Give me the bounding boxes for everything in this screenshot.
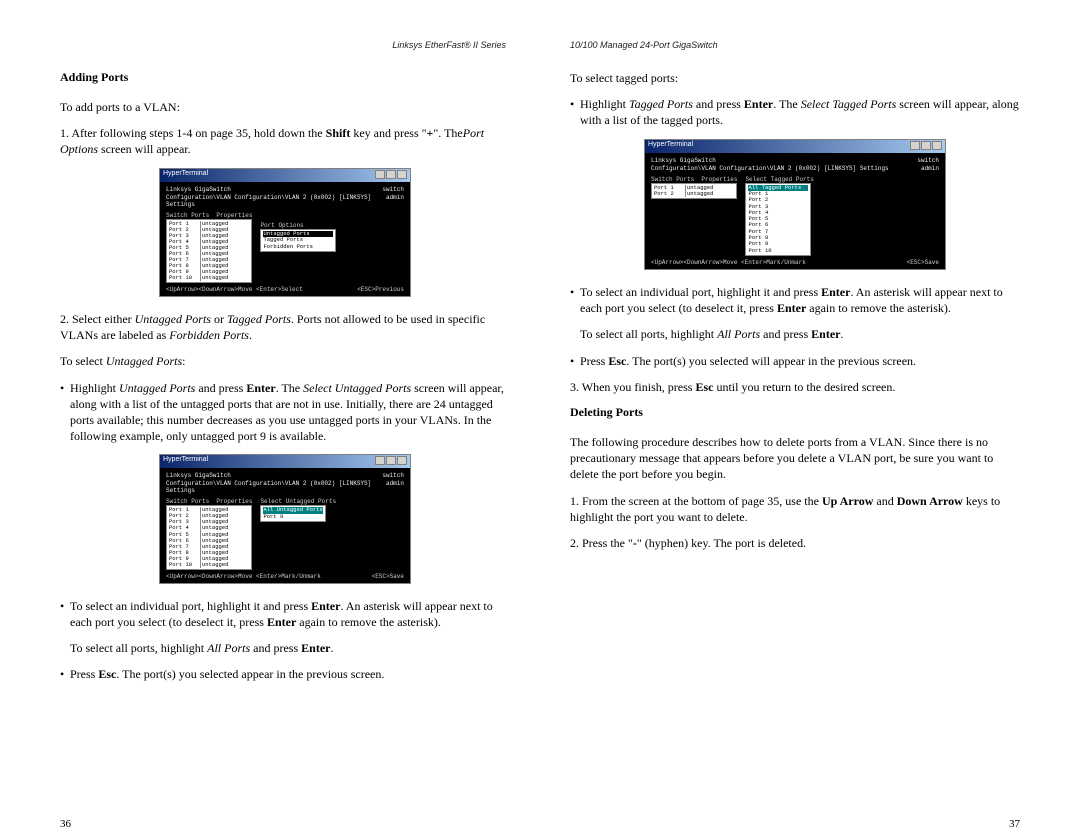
- select-tagged-lead: To select tagged ports:: [570, 70, 1020, 86]
- select-all-right: To select all ports, highlight All Ports…: [580, 326, 1020, 342]
- screenshot-select-untagged: HyperTerminal Linksys GigaSwitchswitch C…: [159, 454, 411, 583]
- ss1-port-table: Port 1untagged Port 2untagged Port 3unta…: [166, 219, 252, 283]
- step-2: 2. Select either Untagged Ports or Tagge…: [60, 311, 510, 343]
- screenshot-select-tagged: HyperTerminal Linksys GigaSwitchswitch C…: [644, 139, 946, 270]
- select-all-left: To select all ports, highlight All Ports…: [70, 640, 510, 656]
- bullet-select-individual-right: • To select an individual port, highligh…: [570, 284, 1020, 316]
- del-step-2: 2. Press the "-" (hyphen) key. The port …: [570, 535, 1020, 551]
- left-page: Linksys EtherFast® II Series Adding Port…: [30, 40, 540, 816]
- deleting-intro: The following procedure describes how to…: [570, 434, 1020, 483]
- bullet-press-esc-right: • Press Esc. The port(s) you selected wi…: [570, 353, 1020, 369]
- right-page: 10/100 Managed 24-Port GigaSwitch To sel…: [540, 40, 1050, 816]
- step-3: 3. When you finish, press Esc until you …: [570, 379, 1020, 395]
- header-right: 10/100 Managed 24-Port GigaSwitch: [570, 40, 1020, 50]
- page-number-right: 37: [1009, 818, 1020, 830]
- bullet-highlight-tagged: • Highlight Tagged Ports and press Enter…: [570, 96, 1020, 128]
- header-left: Linksys EtherFast® II Series: [60, 40, 510, 50]
- bullet-select-individual-left: • To select an individual port, highligh…: [60, 598, 510, 630]
- bullet-highlight-untagged: • Highlight Untagged Ports and press Ent…: [60, 380, 510, 445]
- heading-deleting-ports: Deleting Ports: [570, 405, 1020, 420]
- page-number-left: 36: [60, 818, 71, 830]
- intro-add: To add ports to a VLAN:: [60, 99, 510, 115]
- screenshot-port-options: HyperTerminal Linksys GigaSwitchswitch C…: [159, 168, 411, 297]
- select-untagged-lead: To select Untagged Ports:: [60, 353, 510, 369]
- bullet-press-esc-left: • Press Esc. The port(s) you selected ap…: [60, 666, 510, 682]
- heading-adding-ports: Adding Ports: [60, 70, 510, 85]
- del-step-1: 1. From the screen at the bottom of page…: [570, 493, 1020, 525]
- step-1: 1. After following steps 1-4 on page 35,…: [60, 125, 510, 157]
